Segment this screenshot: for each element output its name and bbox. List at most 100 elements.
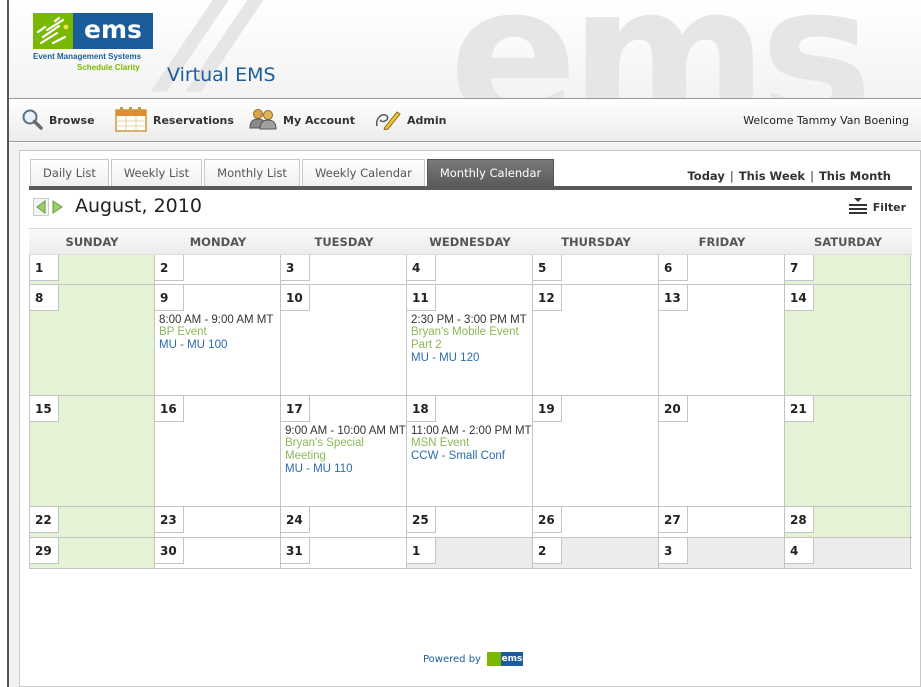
day-cell[interactable]: 6 — [659, 255, 785, 284]
day-number[interactable]: 12 — [533, 285, 562, 311]
day-cell-next-month[interactable]: 2 — [533, 538, 659, 568]
event-time: 8:00 AM - 9:00 AM MT — [159, 314, 274, 326]
day-cell[interactable]: 24 — [281, 507, 407, 537]
day-cell[interactable]: 23 — [155, 507, 281, 537]
day-cell[interactable]: 12 — [533, 285, 659, 395]
tab-daily-list[interactable]: Daily List — [30, 159, 109, 186]
calendar-week: 29 30 31 1 2 3 4 — [29, 538, 912, 569]
day-cell[interactable]: 31 — [281, 538, 407, 568]
day-cell-next-month[interactable]: 1 — [407, 538, 533, 568]
day-number[interactable]: 8 — [30, 285, 59, 311]
day-cell[interactable]: 5 — [533, 255, 659, 284]
day-number[interactable]: 26 — [533, 507, 562, 533]
nav-admin[interactable]: Admin — [373, 99, 446, 141]
day-cell-next-month[interactable]: 3 — [659, 538, 785, 568]
event-room-link[interactable]: MU - MU 120 — [411, 352, 532, 365]
day-cell[interactable]: 1 — [29, 255, 155, 284]
day-cell[interactable]: 25 — [407, 507, 533, 537]
day-cell[interactable]: 26 — [533, 507, 659, 537]
day-number[interactable]: 3 — [281, 255, 310, 281]
day-cell[interactable]: 22 — [29, 507, 155, 537]
day-number[interactable]: 30 — [155, 538, 184, 564]
day-number[interactable]: 10 — [281, 285, 310, 311]
event-room-link[interactable]: MU - MU 100 — [159, 339, 280, 352]
day-number[interactable]: 23 — [155, 507, 184, 533]
day-cell[interactable]: 10 — [281, 285, 407, 395]
day-number[interactable]: 31 — [281, 538, 310, 564]
pencil-icon — [373, 108, 401, 133]
this-month-link[interactable]: This Month — [819, 169, 891, 183]
day-cell[interactable]: 20 — [659, 396, 785, 506]
day-cell[interactable]: 14 — [785, 285, 911, 395]
day-number[interactable]: 19 — [533, 396, 562, 422]
main-nav: Browse Reservations My Account Admin Wel… — [9, 98, 921, 142]
day-number[interactable]: 9 — [155, 285, 184, 311]
day-number[interactable]: 7 — [785, 255, 814, 281]
day-number[interactable]: 24 — [281, 507, 310, 533]
day-number[interactable]: 2 — [533, 538, 562, 564]
day-cell[interactable]: 29 — [29, 538, 155, 568]
previous-month-button[interactable] — [33, 198, 49, 216]
event-room-link[interactable]: MU - MU 110 — [285, 463, 406, 476]
footer-ems-logo[interactable]: ems — [486, 652, 523, 666]
day-number[interactable]: 5 — [533, 255, 562, 281]
day-number[interactable]: 14 — [785, 285, 814, 311]
this-week-link[interactable]: This Week — [739, 169, 805, 183]
tab-monthly-calendar[interactable]: Monthly Calendar — [426, 159, 555, 186]
day-number[interactable]: 22 — [30, 507, 59, 533]
event-name-link[interactable]: Bryan's Mobile Event Part 2 — [411, 326, 532, 352]
day-number[interactable]: 6 — [659, 255, 688, 281]
day-number[interactable]: 20 — [659, 396, 688, 422]
day-number[interactable]: 1 — [407, 538, 436, 564]
nav-reservations[interactable]: Reservations — [115, 99, 234, 141]
tab-monthly-list[interactable]: Monthly List — [204, 159, 300, 186]
day-cell[interactable]: 17 9:00 AM - 10:00 AM MT Bryan's Special… — [281, 396, 407, 506]
tab-weekly-list[interactable]: Weekly List — [110, 159, 203, 186]
day-cell[interactable]: 19 — [533, 396, 659, 506]
nav-browse[interactable]: Browse — [21, 99, 95, 141]
event-room-link[interactable]: CCW - Small Conf — [411, 450, 532, 463]
day-number[interactable]: 1 — [30, 255, 59, 281]
today-link[interactable]: Today — [687, 169, 724, 183]
event-name-link[interactable]: MSN Event — [411, 437, 532, 450]
weekday-friday: FRIDAY — [698, 234, 746, 249]
day-number[interactable]: 28 — [785, 507, 814, 533]
event-name-link[interactable]: BP Event — [159, 326, 280, 339]
day-number[interactable]: 17 — [281, 396, 310, 422]
day-cell[interactable]: 28 — [785, 507, 911, 537]
day-number[interactable]: 21 — [785, 396, 814, 422]
day-cell[interactable]: 8 — [29, 285, 155, 395]
day-number[interactable]: 18 — [407, 396, 436, 422]
day-cell[interactable]: 3 — [281, 255, 407, 284]
tab-weekly-calendar[interactable]: Weekly Calendar — [301, 159, 425, 186]
ems-logo[interactable]: ems Event Management Systems Schedule Cl… — [33, 13, 161, 81]
event-name-link[interactable]: Bryan's Special Meeting — [285, 437, 406, 463]
day-number[interactable]: 27 — [659, 507, 688, 533]
day-cell[interactable]: 27 — [659, 507, 785, 537]
day-number[interactable]: 29 — [30, 538, 59, 564]
day-cell[interactable]: 11 2:30 PM - 3:00 PM MT Bryan's Mobile E… — [407, 285, 533, 395]
day-number[interactable]: 13 — [659, 285, 688, 311]
day-number[interactable]: 11 — [407, 285, 436, 311]
day-number[interactable]: 15 — [30, 396, 59, 422]
day-cell[interactable]: 13 — [659, 285, 785, 395]
filter-button[interactable]: Filter — [848, 194, 906, 220]
day-number[interactable]: 16 — [155, 396, 184, 422]
next-month-button[interactable] — [50, 198, 66, 216]
day-number[interactable]: 4 — [407, 255, 436, 281]
day-number[interactable]: 25 — [407, 507, 436, 533]
day-cell[interactable]: 4 — [407, 255, 533, 284]
day-cell[interactable]: 15 — [29, 396, 155, 506]
day-cell[interactable]: 30 — [155, 538, 281, 568]
day-cell[interactable]: 16 — [155, 396, 281, 506]
day-cell[interactable]: 21 — [785, 396, 911, 506]
day-cell[interactable]: 7 — [785, 255, 911, 284]
nav-my-account[interactable]: My Account — [249, 99, 355, 141]
day-number[interactable]: 2 — [155, 255, 184, 281]
day-number[interactable]: 4 — [785, 538, 814, 564]
day-cell-next-month[interactable]: 4 — [785, 538, 911, 568]
day-cell[interactable]: 2 — [155, 255, 281, 284]
day-cell[interactable]: 9 8:00 AM - 9:00 AM MT BP Event MU - MU … — [155, 285, 281, 395]
day-cell[interactable]: 18 11:00 AM - 2:00 PM MT MSN Event CCW -… — [407, 396, 533, 506]
day-number[interactable]: 3 — [659, 538, 688, 564]
